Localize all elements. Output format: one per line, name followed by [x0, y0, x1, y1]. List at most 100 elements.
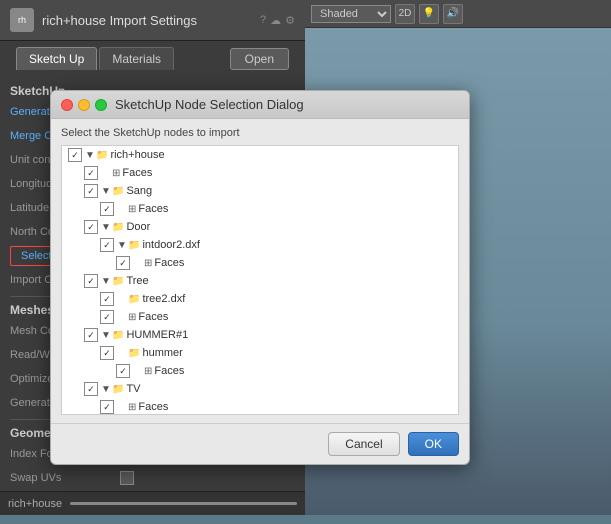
swap-uvs-label: Swap UVs [10, 472, 120, 484]
folder-icon: 📁 [112, 222, 124, 233]
tree-checkbox[interactable] [84, 184, 98, 198]
tree-checkbox[interactable] [100, 346, 114, 360]
tree-arrow-icon: ▼ [101, 222, 111, 233]
gear-icon[interactable]: ⚙ [285, 14, 295, 27]
tree-item[interactable]: ⊞Faces [62, 362, 458, 380]
tree-item-label: Faces [122, 167, 152, 179]
dialog-footer: Cancel OK [51, 423, 469, 464]
panel-icon: rh [10, 8, 34, 32]
tree-item[interactable]: ▼📁TV [62, 380, 458, 398]
mesh-icon: ⊞ [128, 312, 136, 323]
tree-item-label: Sang [126, 185, 152, 197]
tree-arrow-icon: ▼ [101, 384, 111, 395]
tree-checkbox[interactable] [100, 400, 114, 414]
right-toolbar: Shaded 2D 💡 🔊 [305, 0, 611, 28]
folder-icon: 📁 [112, 186, 124, 197]
tree-item[interactable]: ⊞Faces [62, 308, 458, 326]
tree-arrow-icon: ▼ [117, 240, 127, 251]
tree-item[interactable]: ▼📁Sang [62, 182, 458, 200]
open-button[interactable]: Open [230, 48, 289, 70]
mesh-icon: ⊞ [112, 168, 120, 179]
tree-item-label: Tree [126, 275, 148, 287]
swap-uvs-checkbox[interactable] [120, 471, 134, 485]
close-traffic-light[interactable] [61, 99, 73, 111]
cloud-icon[interactable]: ☁ [270, 14, 281, 27]
shaded-select[interactable]: Shaded [311, 5, 391, 23]
tree-arrow-icon: ▼ [101, 276, 111, 287]
tree-checkbox[interactable] [116, 256, 130, 270]
folder-icon: 📁 [112, 330, 124, 341]
swap-uvs-row: Swap UVs [10, 468, 295, 488]
tree-arrow-icon: ▼ [101, 330, 111, 341]
tree-checkbox[interactable] [84, 328, 98, 342]
audio-icon[interactable]: 🔊 [443, 4, 463, 24]
tree-checkbox[interactable] [84, 166, 98, 180]
folder-icon: 📁 [128, 348, 140, 359]
minimize-traffic-light[interactable] [78, 99, 90, 111]
dialog-subtitle: Select the SketchUp nodes to import [61, 127, 459, 139]
tree-item-label: Faces [138, 203, 168, 215]
tab-sketchup[interactable]: Sketch Up [16, 47, 97, 70]
node-selection-dialog: SketchUp Node Selection Dialog Select th… [50, 90, 470, 465]
mesh-icon: ⊞ [144, 258, 152, 269]
tree-item[interactable]: ▼📁Door [62, 218, 458, 236]
tree-checkbox[interactable] [84, 382, 98, 396]
dialog-titlebar: SketchUp Node Selection Dialog [51, 91, 469, 119]
bottom-bar: rich+house [0, 491, 305, 515]
panel-header: rh rich+house Import Settings ? ☁ ⚙ [0, 0, 305, 41]
light-icon[interactable]: 💡 [419, 4, 439, 24]
tree-checkbox[interactable] [116, 364, 130, 378]
folder-icon: 📁 [96, 150, 108, 161]
tree-item[interactable]: ▼📁rich+house [62, 146, 458, 164]
tree-item[interactable]: ▼📁Tree [62, 272, 458, 290]
tree-item[interactable]: ⊞Faces [62, 254, 458, 272]
tab-materials[interactable]: Materials [99, 47, 174, 70]
tree-checkbox[interactable] [84, 274, 98, 288]
bottom-scrollbar[interactable] [70, 502, 297, 505]
dialog-title: SketchUp Node Selection Dialog [115, 97, 304, 112]
tree-checkbox[interactable] [100, 238, 114, 252]
tree-item[interactable]: ▼📁intdoor2.dxf [62, 236, 458, 254]
tree-item-label: TV [126, 383, 140, 395]
folder-icon: 📁 [128, 294, 140, 305]
traffic-lights [61, 99, 107, 111]
tree-arrow-icon: ▼ [101, 186, 111, 197]
tree-item[interactable]: ⊞Faces [62, 200, 458, 218]
mesh-icon: ⊞ [144, 366, 152, 377]
folder-icon: 📁 [112, 384, 124, 395]
tree-item-label: Door [126, 221, 150, 233]
panel-controls: ? ☁ ⚙ [260, 14, 295, 27]
tree-checkbox[interactable] [100, 202, 114, 216]
tree-item[interactable]: ▼📁HUMMER#1 [62, 326, 458, 344]
mesh-icon: ⊞ [128, 204, 136, 215]
tree-item-label: Faces [138, 401, 168, 413]
tree-container[interactable]: ▼📁rich+house⊞Faces▼📁Sang⊞Faces▼📁Door▼📁in… [61, 145, 459, 415]
tree-arrow-icon: ▼ [85, 150, 95, 161]
dialog-body: Select the SketchUp nodes to import ▼📁ri… [51, 119, 469, 423]
tree-item[interactable]: 📁hummer [62, 344, 458, 362]
2d-button[interactable]: 2D [395, 4, 415, 24]
help-icon[interactable]: ? [260, 14, 266, 26]
ok-button[interactable]: OK [408, 432, 459, 456]
tree-checkbox[interactable] [100, 292, 114, 306]
panel-title: rich+house Import Settings [42, 13, 197, 28]
maximize-traffic-light[interactable] [95, 99, 107, 111]
tree-item[interactable]: ⊞Faces [62, 398, 458, 415]
tree-checkbox[interactable] [84, 220, 98, 234]
cancel-button[interactable]: Cancel [328, 432, 399, 456]
icon-text: rh [18, 15, 26, 25]
tree-item-label: Faces [154, 257, 184, 269]
bottom-label: rich+house [8, 498, 62, 510]
tree-item-label: HUMMER#1 [126, 329, 188, 341]
tree-item-label: tree2.dxf [142, 293, 185, 305]
folder-icon: 📁 [128, 240, 140, 251]
header-row: Sketch Up Materials Open [0, 41, 305, 70]
tree-item-label: rich+house [110, 149, 164, 161]
tree-item-label: Faces [138, 311, 168, 323]
tree-item-label: hummer [142, 347, 182, 359]
tree-item[interactable]: ⊞Faces [62, 164, 458, 182]
tree-checkbox[interactable] [100, 310, 114, 324]
mesh-icon: ⊞ [128, 402, 136, 413]
tree-checkbox[interactable] [68, 148, 82, 162]
tree-item[interactable]: 📁tree2.dxf [62, 290, 458, 308]
